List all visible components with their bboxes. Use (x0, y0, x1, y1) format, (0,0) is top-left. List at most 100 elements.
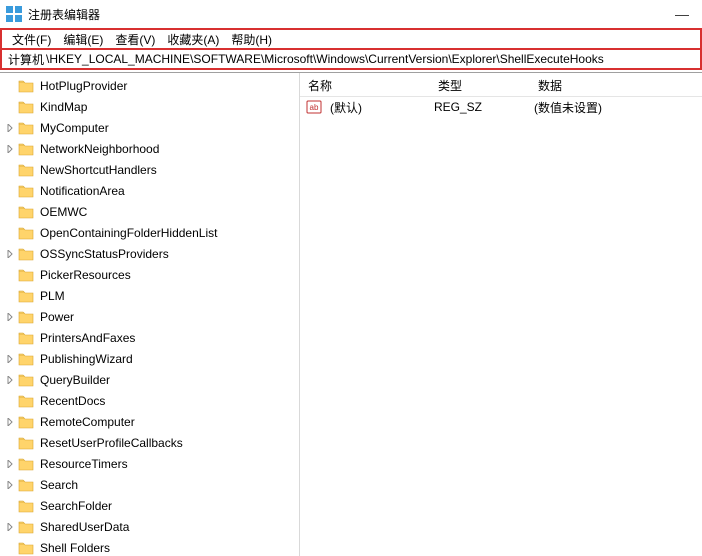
address-label: 计算机 (8, 51, 44, 68)
tree-item-label: Power (38, 309, 76, 325)
tree-item[interactable]: OpenContainingFolderHiddenList (0, 222, 299, 243)
tree-item[interactable]: RecentDocs (0, 390, 299, 411)
expander-icon[interactable] (4, 143, 16, 155)
tree-item-label: PublishingWizard (38, 351, 135, 367)
tree-item-label: OpenContainingFolderHiddenList (38, 225, 219, 241)
tree-item[interactable]: ResourceTimers (0, 453, 299, 474)
tree-item[interactable]: HotPlugProvider (0, 75, 299, 96)
expander-icon[interactable] (4, 458, 16, 470)
menu-view[interactable]: 查看(V) (109, 31, 161, 48)
tree-item-label: SharedUserData (38, 519, 131, 535)
tree-item-label: RemoteComputer (38, 414, 137, 430)
tree-item[interactable]: PublishingWizard (0, 348, 299, 369)
tree-item[interactable]: OSSyncStatusProviders (0, 243, 299, 264)
folder-icon (18, 205, 34, 219)
tree-item-label: SearchFolder (38, 498, 114, 514)
expander-icon[interactable] (4, 248, 16, 260)
list-pane[interactable]: 名称 类型 数据 ab(默认)REG_SZ(数值未设置) (300, 73, 702, 556)
tree-item-label: OSSyncStatusProviders (38, 246, 171, 262)
tree-item[interactable]: Power (0, 306, 299, 327)
tree-item[interactable]: QueryBuilder (0, 369, 299, 390)
folder-icon (18, 373, 34, 387)
folder-icon (18, 79, 34, 93)
tree-item-label: MyComputer (38, 120, 111, 136)
menu-help[interactable]: 帮助(H) (225, 31, 278, 48)
svg-text:ab: ab (310, 103, 319, 112)
tree-item[interactable]: MyComputer (0, 117, 299, 138)
tree-item[interactable]: PrintersAndFaxes (0, 327, 299, 348)
tree-item-label: Search (38, 477, 80, 493)
tree-item[interactable]: SearchFolder (0, 495, 299, 516)
folder-icon (18, 436, 34, 450)
cell-data: (数值未设置) (530, 99, 702, 116)
folder-icon (18, 184, 34, 198)
column-header-name[interactable]: 名称 (300, 77, 430, 94)
menubar: 文件(F) 编辑(E) 查看(V) 收藏夹(A) 帮助(H) (0, 28, 702, 48)
folder-icon (18, 457, 34, 471)
tree-item[interactable]: SharedUserData (0, 516, 299, 537)
menu-file[interactable]: 文件(F) (6, 31, 57, 48)
tree-item[interactable]: RemoteComputer (0, 411, 299, 432)
string-value-icon: ab (306, 99, 322, 115)
cell-type: REG_SZ (430, 100, 530, 114)
tree-item-label: HotPlugProvider (38, 78, 129, 94)
tree-item[interactable]: Shell Folders (0, 537, 299, 556)
tree-item-label: PLM (38, 288, 67, 304)
folder-icon (18, 121, 34, 135)
tree-item-label: QueryBuilder (38, 372, 112, 388)
tree-pane[interactable]: HotPlugProvider KindMap MyComputer NetworkN… (0, 73, 300, 556)
tree-item-label: ResetUserProfileCallbacks (38, 435, 185, 451)
tree-item[interactable]: ResetUserProfileCallbacks (0, 432, 299, 453)
tree-item-label: NotificationArea (38, 183, 127, 199)
tree-item-label: RecentDocs (38, 393, 107, 409)
tree-item-label: ResourceTimers (38, 456, 130, 472)
titlebar: 注册表编辑器 — (0, 0, 702, 28)
tree-item[interactable]: KindMap (0, 96, 299, 117)
folder-icon (18, 100, 34, 114)
list-header: 名称 类型 数据 (300, 75, 702, 97)
tree-item[interactable]: NewShortcutHandlers (0, 159, 299, 180)
tree-item[interactable]: NetworkNeighborhood (0, 138, 299, 159)
folder-icon (18, 247, 34, 261)
expander-icon[interactable] (4, 353, 16, 365)
expander-icon[interactable] (4, 479, 16, 491)
expander-icon[interactable] (4, 374, 16, 386)
menu-edit[interactable]: 编辑(E) (57, 31, 109, 48)
folder-icon (18, 520, 34, 534)
tree-item-label: NetworkNeighborhood (38, 141, 161, 157)
address-path: \HKEY_LOCAL_MACHINE\SOFTWARE\Microsoft\W… (46, 52, 604, 66)
content: HotPlugProvider KindMap MyComputer NetworkN… (0, 73, 702, 556)
expander-icon[interactable] (4, 122, 16, 134)
folder-icon (18, 163, 34, 177)
folder-icon (18, 478, 34, 492)
column-header-data[interactable]: 数据 (530, 77, 702, 94)
app-icon (6, 6, 22, 22)
tree-item-label: KindMap (38, 99, 89, 115)
folder-icon (18, 226, 34, 240)
folder-icon (18, 394, 34, 408)
expander-icon[interactable] (4, 416, 16, 428)
menu-favorites[interactable]: 收藏夹(A) (161, 31, 225, 48)
window-title: 注册表编辑器 (28, 6, 100, 23)
folder-icon (18, 415, 34, 429)
tree-item[interactable]: Search (0, 474, 299, 495)
tree-item[interactable]: NotificationArea (0, 180, 299, 201)
tree-item-label: PickerResources (38, 267, 133, 283)
folder-icon (18, 331, 34, 345)
folder-icon (18, 499, 34, 513)
expander-icon[interactable] (4, 521, 16, 533)
tree-item-label: PrintersAndFaxes (38, 330, 137, 346)
folder-icon (18, 289, 34, 303)
minimize-button[interactable]: — (668, 6, 696, 22)
address-bar[interactable]: 计算机 \HKEY_LOCAL_MACHINE\SOFTWARE\Microso… (0, 48, 702, 70)
folder-icon (18, 310, 34, 324)
tree-item[interactable]: PLM (0, 285, 299, 306)
folder-icon (18, 541, 34, 555)
expander-icon[interactable] (4, 311, 16, 323)
tree-item[interactable]: PickerResources (0, 264, 299, 285)
tree-item-label: OEMWC (38, 204, 89, 220)
list-row[interactable]: ab(默认)REG_SZ(数值未设置) (300, 97, 702, 117)
tree-item[interactable]: OEMWC (0, 201, 299, 222)
column-header-type[interactable]: 类型 (430, 77, 530, 94)
folder-icon (18, 142, 34, 156)
